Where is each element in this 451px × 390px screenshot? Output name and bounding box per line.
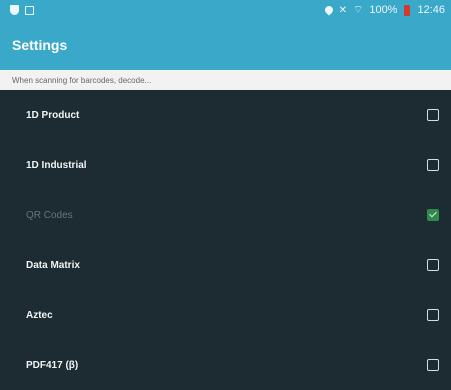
option-1d-product[interactable]: 1D Product bbox=[0, 90, 451, 140]
checkbox[interactable] bbox=[427, 109, 439, 121]
no-signal-icon: ✕ bbox=[338, 4, 347, 16]
option-aztec[interactable]: Aztec bbox=[0, 290, 451, 340]
checkbox[interactable] bbox=[427, 159, 439, 171]
app-bar: Settings bbox=[0, 20, 451, 70]
status-left-icons bbox=[10, 5, 34, 15]
shield-icon bbox=[10, 5, 19, 15]
option-label: 1D Product bbox=[26, 109, 80, 121]
wifi-icon: ⌔ bbox=[352, 4, 364, 16]
checkbox[interactable] bbox=[427, 359, 439, 371]
option-qr-codes: QR Codes bbox=[0, 190, 451, 240]
section-subtitle: When scanning for barcodes, decode... bbox=[0, 70, 451, 90]
option-label: PDF417 (β) bbox=[26, 359, 79, 371]
section-subtitle-text: When scanning for barcodes, decode... bbox=[12, 75, 152, 85]
checkbox[interactable] bbox=[427, 259, 439, 271]
status-bar: ✕ ⌔ 100% 12:46 bbox=[0, 0, 451, 20]
status-right: ✕ ⌔ 100% 12:46 bbox=[322, 3, 445, 17]
option-pdf417[interactable]: PDF417 (β) bbox=[0, 340, 451, 390]
barcode-options-list: 1D Product 1D Industrial QR Codes Data M… bbox=[0, 90, 451, 390]
battery-icon bbox=[404, 4, 411, 16]
screenshot-icon bbox=[25, 5, 34, 15]
option-label: 1D Industrial bbox=[26, 159, 87, 171]
status-time: 12:46 bbox=[417, 4, 445, 16]
location-icon bbox=[322, 4, 335, 16]
option-data-matrix[interactable]: Data Matrix bbox=[0, 240, 451, 290]
option-1d-industrial[interactable]: 1D Industrial bbox=[0, 140, 451, 190]
checkbox-checked bbox=[427, 209, 439, 221]
page-title: Settings bbox=[12, 37, 68, 53]
checkbox[interactable] bbox=[427, 309, 439, 321]
option-label: QR Codes bbox=[26, 209, 73, 221]
option-label: Aztec bbox=[26, 309, 53, 321]
battery-percent: 100% bbox=[369, 4, 398, 16]
option-label: Data Matrix bbox=[26, 259, 80, 271]
